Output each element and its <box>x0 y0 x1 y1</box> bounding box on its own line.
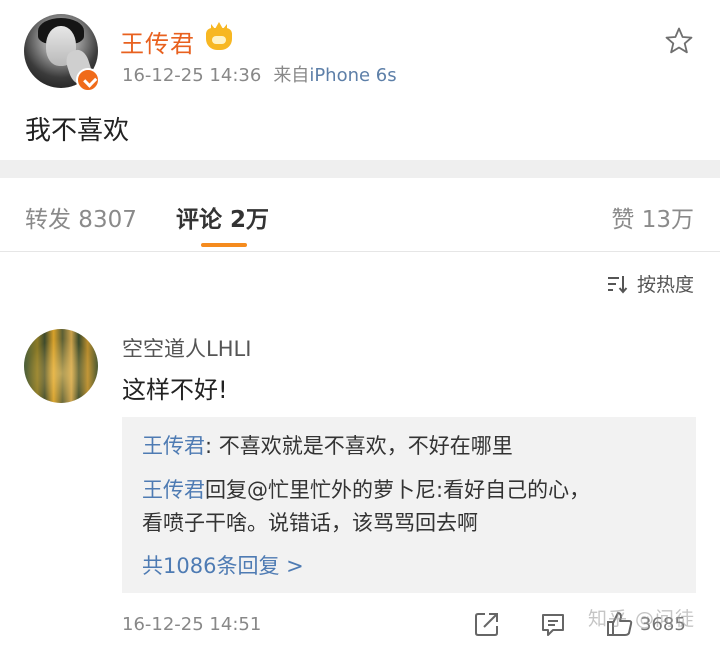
post-text: 我不喜欢 <box>25 116 130 146</box>
reply-text-continuation: 看喷子干啥。说错话，该骂骂回去啊 <box>142 511 478 535</box>
comment-text: 这样不好! <box>122 376 228 404</box>
via-device[interactable]: iPhone 6s <box>309 65 396 86</box>
engagement-tabs: 转发 8307 评论 2万 赞 13万 <box>0 178 720 252</box>
tab-repost[interactable]: 转发 8307 <box>25 200 137 234</box>
sort-label: 按热度 <box>636 274 694 296</box>
post-time: 16-12-25 14:36 <box>122 65 262 86</box>
post-meta: 16-12-25 14:36 来自iPhone 6s <box>122 61 397 87</box>
tab-likes[interactable]: 赞 13万 <box>611 200 694 234</box>
section-divider <box>0 160 720 178</box>
reply-item: 王传君回复@忙里忙外的萝卜尼:看好自己的心， <box>142 476 590 504</box>
reply-icon[interactable] <box>540 611 566 637</box>
comment-time: 16-12-25 14:51 <box>122 614 262 635</box>
active-tab-indicator <box>201 243 247 247</box>
more-replies-link[interactable]: 共1086条回复 > <box>142 550 304 580</box>
reply-text: : 不喜欢就是不喜欢，不好在哪里 <box>205 434 513 458</box>
commenter-name[interactable]: 空空道人LHLI <box>122 333 251 363</box>
author-name[interactable]: 王传君 <box>120 24 195 59</box>
star-icon[interactable] <box>664 26 694 56</box>
verified-badge-icon <box>76 68 100 92</box>
post-card: 王传君 16-12-25 14:36 来自iPhone 6s 我不喜欢 <box>0 0 720 160</box>
commenter-avatar[interactable] <box>24 329 98 403</box>
reply-item: 王传君: 不喜欢就是不喜欢，不好在哪里 <box>142 432 513 460</box>
sort-control[interactable]: 按热度 <box>607 270 694 297</box>
via-label: 来自 <box>273 65 310 86</box>
share-icon[interactable] <box>474 611 500 637</box>
watermark: 知乎 @问徒 <box>588 608 696 630</box>
reply-user[interactable]: 王传君 <box>142 478 205 502</box>
reply-text: 回复@忙里忙外的萝卜尼:看好自己的心， <box>205 478 591 502</box>
sort-icon <box>607 275 628 294</box>
reply-preview-box[interactable]: 王传君: 不喜欢就是不喜欢，不好在哪里 王传君回复@忙里忙外的萝卜尼:看好自己的… <box>122 417 696 593</box>
crown-icon[interactable] <box>206 28 232 50</box>
reply-user[interactable]: 王传君 <box>142 434 205 458</box>
tab-comments[interactable]: 评论 2万 <box>176 200 269 234</box>
